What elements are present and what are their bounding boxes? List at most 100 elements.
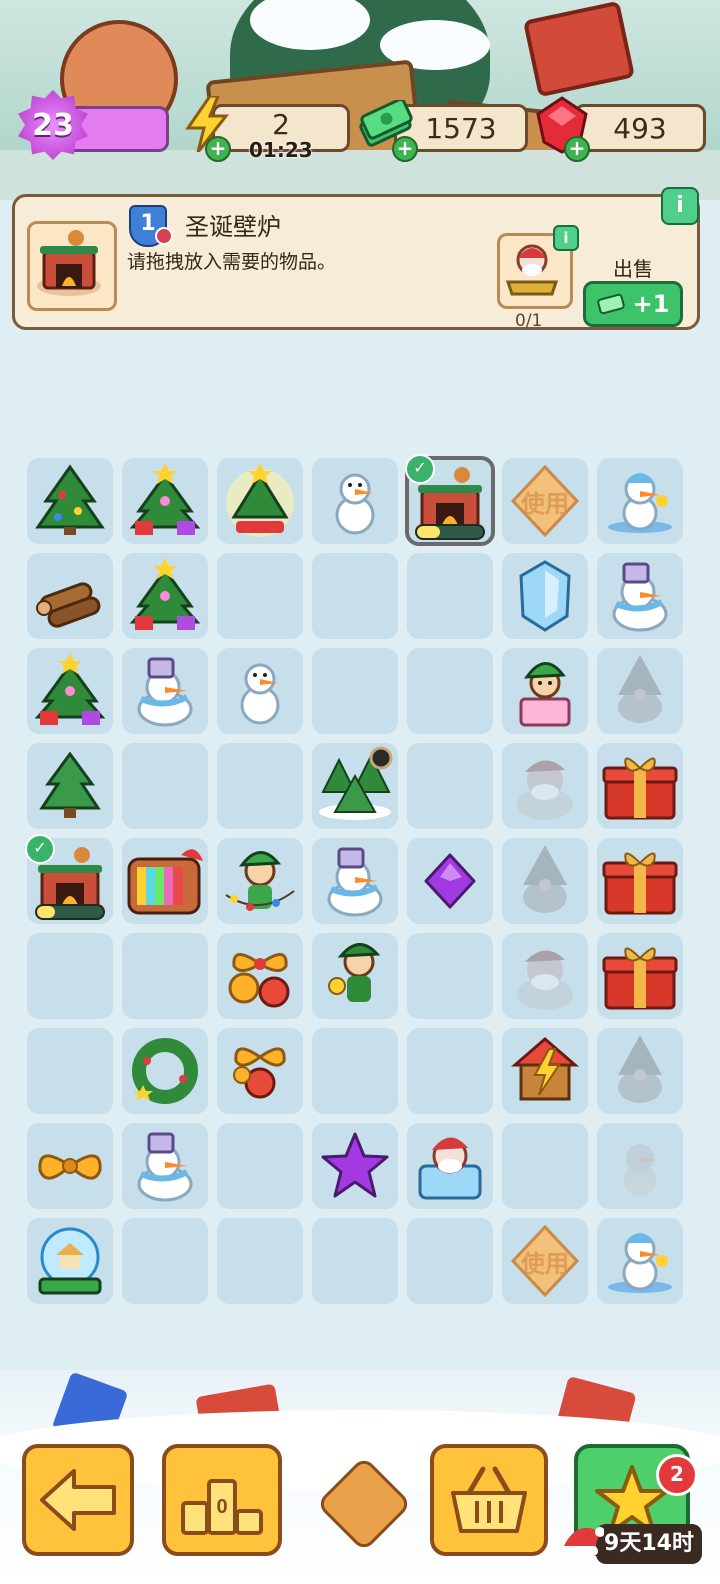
board-cell[interactable] xyxy=(122,933,208,1019)
board-cell[interactable] xyxy=(27,1123,113,1209)
board-cell[interactable] xyxy=(217,1218,303,1304)
snowman-small-icon[interactable] xyxy=(312,458,398,544)
energy-gingerbread-house-icon[interactable] xyxy=(502,1028,588,1114)
snowman-small-icon[interactable] xyxy=(217,648,303,734)
tree-star-gifts-icon[interactable] xyxy=(122,458,208,544)
board-cell[interactable] xyxy=(312,743,398,829)
santa-ghost-icon[interactable] xyxy=(502,743,588,829)
elf-bell-icon[interactable] xyxy=(312,933,398,1019)
snowman-ski-icon[interactable] xyxy=(597,458,683,544)
snowman-bucket-icon[interactable] xyxy=(122,1123,208,1209)
board-cell[interactable] xyxy=(407,933,493,1019)
board-cell[interactable]: 使用 xyxy=(502,458,588,544)
panel-info-button[interactable]: i xyxy=(661,187,699,225)
board-cell[interactable] xyxy=(597,1218,683,1304)
board-cell[interactable] xyxy=(597,933,683,1019)
bells-bow-icon[interactable] xyxy=(217,933,303,1019)
board-cell[interactable] xyxy=(407,838,493,924)
board-cell[interactable] xyxy=(27,553,113,639)
snowman-ski-icon[interactable] xyxy=(597,1218,683,1304)
board-cell[interactable] xyxy=(122,458,208,544)
board-cell[interactable] xyxy=(597,838,683,924)
board-cell[interactable] xyxy=(502,553,588,639)
board-cell[interactable] xyxy=(217,933,303,1019)
board-cell[interactable] xyxy=(597,648,683,734)
snowman-ghost-icon[interactable] xyxy=(597,1123,683,1209)
use-token-icon[interactable]: 使用 xyxy=(502,458,588,544)
board-cell[interactable] xyxy=(27,458,113,544)
gnome-ghost-icon[interactable] xyxy=(597,1028,683,1114)
board-cell[interactable] xyxy=(27,648,113,734)
pine-tree-icon[interactable] xyxy=(27,743,113,829)
board-cell[interactable] xyxy=(122,1218,208,1304)
gift-box-red-icon[interactable] xyxy=(597,743,683,829)
board-cell[interactable]: 使用 xyxy=(502,1218,588,1304)
santa-ice-icon[interactable] xyxy=(407,1123,493,1209)
gem-add-icon[interactable]: + xyxy=(564,136,590,162)
board-cell[interactable] xyxy=(597,743,683,829)
energy-add-icon[interactable]: + xyxy=(205,136,231,162)
board-cell[interactable] xyxy=(122,838,208,924)
bells-bow-small-icon[interactable] xyxy=(217,1028,303,1114)
board-cell[interactable] xyxy=(122,1123,208,1209)
board-cell[interactable] xyxy=(597,553,683,639)
santa-ghost-icon[interactable] xyxy=(502,933,588,1019)
board-cell[interactable] xyxy=(27,933,113,1019)
board-cell[interactable] xyxy=(217,458,303,544)
board-cell[interactable] xyxy=(502,838,588,924)
snowman-bucket-icon[interactable] xyxy=(122,648,208,734)
board-cell[interactable] xyxy=(407,1028,493,1114)
snowy-pines-icon[interactable] xyxy=(312,743,398,829)
board-cell[interactable] xyxy=(217,743,303,829)
board-cell[interactable] xyxy=(312,648,398,734)
board-cell[interactable] xyxy=(217,553,303,639)
board-cell[interactable] xyxy=(407,648,493,734)
board-cell[interactable] xyxy=(407,1123,493,1209)
board-cell[interactable] xyxy=(597,1028,683,1114)
board-cell[interactable]: ✓ xyxy=(25,834,113,924)
gnome-ghost-icon[interactable] xyxy=(597,648,683,734)
sell-button[interactable]: +1 xyxy=(583,281,683,327)
elf-lights-icon[interactable] xyxy=(217,838,303,924)
board-cell[interactable] xyxy=(312,933,398,1019)
board-cell[interactable] xyxy=(27,1028,113,1114)
gift-box-red-icon[interactable] xyxy=(597,838,683,924)
board-cell[interactable] xyxy=(217,838,303,924)
gift-box-red-icon[interactable] xyxy=(597,933,683,1019)
board-cell[interactable] xyxy=(597,458,683,544)
board-cell[interactable] xyxy=(312,1123,398,1209)
logs-icon[interactable] xyxy=(27,553,113,639)
elf-gift-icon[interactable] xyxy=(502,648,588,734)
board-cell[interactable] xyxy=(122,648,208,734)
tree-star-glowing-icon[interactable] xyxy=(217,458,303,544)
tree-decorated-icon[interactable] xyxy=(27,458,113,544)
bow-orange-icon[interactable] xyxy=(27,1123,113,1209)
snow-globe-icon[interactable] xyxy=(27,1218,113,1304)
board-cell[interactable] xyxy=(312,1028,398,1114)
board-cell[interactable] xyxy=(312,838,398,924)
board-cell[interactable] xyxy=(312,553,398,639)
board-cell[interactable] xyxy=(217,1028,303,1114)
back-button[interactable] xyxy=(22,1444,134,1556)
board-cell[interactable] xyxy=(27,1218,113,1304)
board-cell[interactable] xyxy=(597,1123,683,1209)
wreath-icon[interactable] xyxy=(122,1028,208,1114)
shop-basket-button[interactable] xyxy=(430,1444,548,1556)
tree-star-gifts-icon[interactable] xyxy=(27,648,113,734)
use-token-icon[interactable]: 使用 xyxy=(502,1218,588,1304)
board-cell[interactable]: ✓ xyxy=(405,454,495,546)
ice-crystal-icon[interactable] xyxy=(502,553,588,639)
snowman-bucket-icon[interactable] xyxy=(597,553,683,639)
board-cell[interactable] xyxy=(502,933,588,1019)
board-cell[interactable] xyxy=(407,1218,493,1304)
board-cell[interactable] xyxy=(502,648,588,734)
board-cell[interactable] xyxy=(217,648,303,734)
gem-counter[interactable]: 493 xyxy=(574,104,706,152)
board-cell[interactable] xyxy=(502,1028,588,1114)
board-cell[interactable] xyxy=(312,1218,398,1304)
board-cell[interactable] xyxy=(502,1123,588,1209)
cash-add-icon[interactable]: + xyxy=(392,136,418,162)
purple-gem-icon[interactable] xyxy=(407,838,493,924)
purple-star-icon[interactable] xyxy=(312,1123,398,1209)
board-cell[interactable] xyxy=(217,1123,303,1209)
